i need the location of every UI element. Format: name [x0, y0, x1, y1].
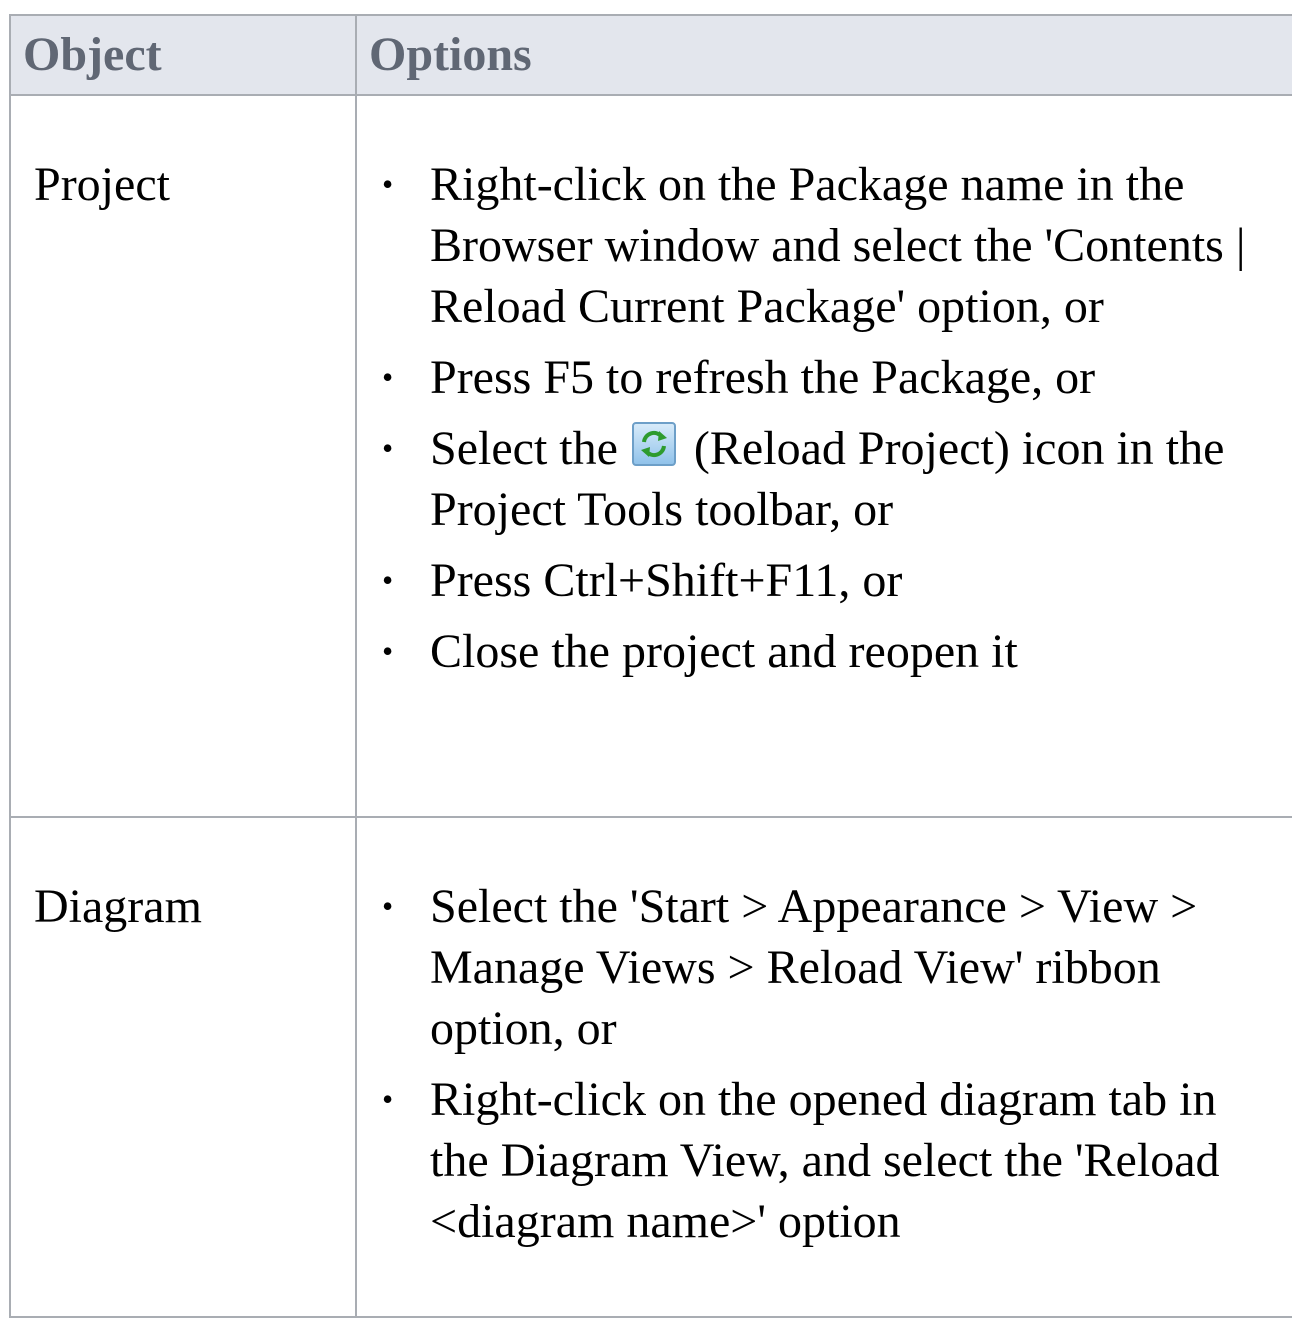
bullet: • — [382, 166, 394, 202]
list-item: • Right-click on the Package name in the… — [357, 154, 1292, 337]
option-list-project: • Right-click on the Package name in the… — [357, 154, 1292, 682]
option-text: Press Ctrl+Shift+F11, or — [430, 554, 903, 607]
option-list-diagram: • Select the 'Start > Appearance > View … — [357, 876, 1292, 1252]
bullet: • — [382, 430, 394, 466]
list-item: • Press F5 to refresh the Package, or — [357, 347, 1292, 408]
option-text: Right-click on the opened diagram tab in… — [430, 1073, 1220, 1248]
table-header-row: Object Options — [9, 14, 1292, 96]
object-cell-project: Project — [9, 94, 357, 818]
table-row-project: Project • Right-click on the Package nam… — [9, 94, 1292, 818]
reload-project-icon — [631, 422, 676, 466]
options-cell-diagram: • Select the 'Start > Appearance > View … — [355, 816, 1292, 1318]
bullet: • — [382, 888, 394, 924]
option-text: Close the project and reopen it — [430, 625, 1018, 678]
option-text: Select the 'Start > Appearance > View > … — [430, 880, 1198, 1055]
option-text: Right-click on the Package name in the B… — [430, 158, 1246, 333]
header-object: Object — [9, 14, 357, 96]
header-options: Options — [355, 14, 1292, 96]
object-cell-diagram: Diagram — [9, 816, 357, 1318]
list-item: • Select the 'Start > Appearance > View … — [357, 876, 1292, 1059]
bullet: • — [382, 562, 394, 598]
option-text-before: Select the — [430, 422, 618, 475]
table-row-diagram: Diagram • Select the 'Start > Appearance… — [9, 816, 1292, 1318]
list-item: • Close the project and reopen it — [357, 621, 1292, 682]
option-text: Press F5 to refresh the Package, or — [430, 351, 1096, 404]
options-table: Object Options Project • Right-click on … — [9, 14, 1292, 1318]
bullet: • — [382, 1081, 394, 1117]
list-item: • Select the (Reload Project) icon in th… — [357, 418, 1292, 540]
options-cell-project: • Right-click on the Package name in the… — [355, 94, 1292, 818]
list-item: • Press Ctrl+Shift+F11, or — [357, 550, 1292, 611]
bullet: • — [382, 359, 394, 395]
list-item: • Right-click on the opened diagram tab … — [357, 1069, 1292, 1252]
bullet: • — [382, 633, 394, 669]
